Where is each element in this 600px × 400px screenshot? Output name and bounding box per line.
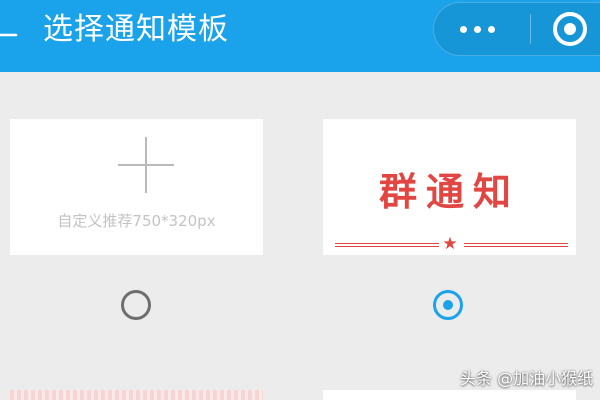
close-button[interactable]: [553, 12, 587, 46]
more-dots-icon: [474, 26, 481, 33]
back-arrow-icon[interactable]: [0, 27, 18, 41]
more-dots-icon: [460, 26, 467, 33]
more-dots-icon: [488, 26, 495, 33]
plus-icon: [145, 137, 147, 193]
right-divider-line: [464, 243, 568, 247]
page-title: 选择通知模板: [43, 12, 229, 47]
custom-template-radio[interactable]: [121, 290, 151, 320]
star-icon: ★: [442, 234, 458, 254]
custom-template-label: 自定义推荐750*320px: [57, 212, 216, 230]
capsule-divider: [530, 14, 531, 44]
more-button[interactable]: [455, 10, 507, 48]
custom-template-card[interactable]: 自定义推荐750*320px: [10, 119, 263, 255]
left-divider-line: [335, 243, 439, 247]
top-navigation-bar: 选择通知模板: [0, 0, 600, 72]
template-selection-screen: 选择通知模板 自定义推荐750*320px 群通知 ★ 头条 @加油小猴纸: [0, 0, 600, 400]
next-template-card-right[interactable]: [323, 390, 576, 400]
watermark-text: 头条 @加油小猴纸: [460, 369, 594, 388]
group-notice-template-radio[interactable]: [433, 290, 463, 320]
selected-radio-dot: [443, 300, 453, 310]
group-notice-title: 群通知: [378, 169, 520, 214]
close-target-center: [564, 23, 576, 35]
next-template-card-left[interactable]: [10, 390, 263, 400]
group-notice-template-card[interactable]: 群通知 ★: [323, 119, 576, 255]
